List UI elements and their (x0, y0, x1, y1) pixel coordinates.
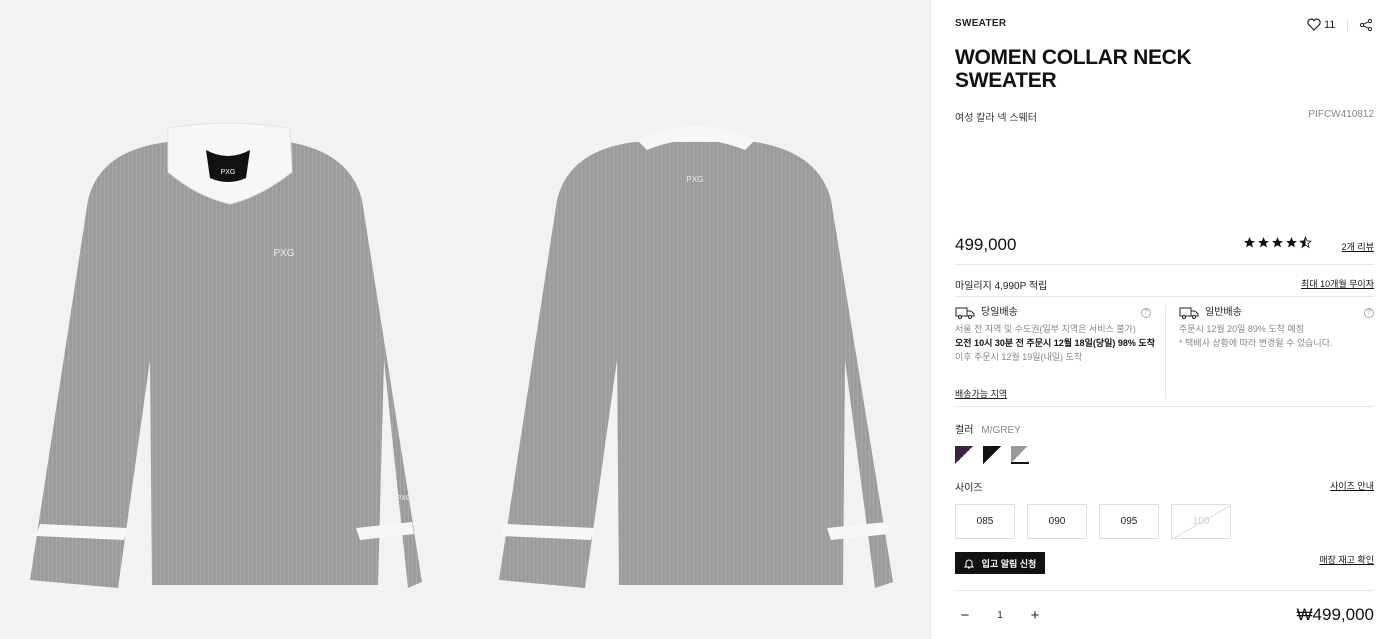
star-icon (1286, 237, 1297, 248)
same-day-line2: 오전 10시 30분 전 주문시 12월 18일(당일) 98% 도착 (955, 338, 1155, 348)
product-title: WOMEN COLLAR NECK SWEATER (955, 46, 1192, 92)
color-swatch-grey[interactable] (1011, 446, 1029, 464)
svg-text:PXG: PXG (221, 169, 236, 176)
star-icon (1244, 237, 1255, 248)
product-price: 499,000 (955, 235, 1017, 254)
color-swatch-purple[interactable] (955, 446, 973, 464)
same-day-title: 당일배송 (981, 307, 1018, 318)
mileage-text: 마일리지 4,990P 적립 (955, 281, 1048, 292)
standard-line1: 주문시 12월 20일 89% 도착 예정 (1179, 324, 1305, 334)
same-day-line1: 서울 전 지역 및 수도권(일부 지역은 서비스 불가) (955, 324, 1136, 334)
delivery-truck-icon (1179, 307, 1199, 319)
help-icon[interactable]: ? (1364, 308, 1374, 318)
wishlist-count: 11 (1324, 18, 1336, 31)
review-link[interactable]: 2개 리뷰 (1342, 240, 1374, 253)
star-icon (1272, 237, 1283, 248)
quantity-stepper: − 1 + (955, 602, 1045, 628)
size-option-090[interactable]: 090 (1027, 504, 1087, 539)
divider (955, 264, 1374, 265)
same-day-shipping: 당일배송 서울 전 지역 및 수도권(일부 지역은 서비스 불가) 오전 10시… (955, 306, 1155, 364)
size-option-085[interactable]: 085 (955, 504, 1015, 539)
rating-stars (1243, 236, 1312, 249)
share-icon[interactable] (1359, 18, 1373, 32)
svg-text:PXG: PXG (397, 495, 412, 502)
standard-title: 일반배송 (1205, 307, 1242, 318)
plus-icon[interactable]: + (1025, 605, 1045, 625)
color-swatch-black[interactable] (983, 446, 1001, 464)
quantity-value[interactable]: 1 (997, 610, 1003, 621)
divider (1347, 20, 1348, 32)
color-label: 컬러 M/GREY (955, 421, 1021, 436)
divider (955, 406, 1374, 407)
product-gallery: PXG PXG PXG PXG (0, 0, 930, 639)
product-category: SWEATER (955, 18, 1007, 29)
same-day-line3: 이후 주문시 12월 19일(내일) 도착 (955, 352, 1083, 362)
restock-button-label: 입고 알림 신청 (981, 558, 1037, 569)
product-image-front[interactable]: PXG PXG PXG (0, 0, 465, 639)
divider (955, 590, 1374, 591)
minus-icon[interactable]: − (955, 605, 975, 625)
wishlist-button[interactable]: 11 (1307, 18, 1335, 31)
star-half-icon (1299, 236, 1312, 249)
size-guide-link[interactable]: 사이즈 안내 (1330, 479, 1374, 492)
size-option-100-soldout[interactable]: 100 (1171, 504, 1231, 539)
delivery-truck-icon (955, 307, 975, 319)
svg-text:PXG: PXG (273, 248, 294, 259)
heart-icon (1307, 18, 1321, 31)
color-label-text: 컬러 (955, 425, 974, 436)
size-label: 사이즈 (955, 483, 983, 494)
product-subtitle: 여성 칼라 넥 스웨터 (955, 113, 1037, 124)
product-detail-panel: SWEATER 11 WOMEN COLLAR NECK SWEATER 여성 … (930, 0, 1390, 639)
installment-link[interactable]: 최대 10개월 무이자 (1301, 277, 1374, 290)
restock-alert-button[interactable]: 입고 알림 신청 (955, 552, 1045, 574)
bell-icon (963, 559, 974, 568)
selected-color: M/GREY (981, 425, 1021, 436)
divider (955, 296, 1374, 297)
total-price: ₩499,000 (1296, 605, 1375, 624)
product-code: PIFCW410812 (1308, 109, 1374, 120)
divider (1165, 305, 1166, 399)
product-image-back[interactable]: PXG (465, 0, 930, 639)
svg-text:PXG: PXG (687, 175, 704, 184)
standard-shipping: 일반배송 주문시 12월 20일 89% 도착 예정 * 택배사 상황에 따라 … (1179, 306, 1369, 350)
size-option-095[interactable]: 095 (1099, 504, 1159, 539)
help-icon[interactable]: ? (1141, 308, 1151, 318)
star-icon (1258, 237, 1269, 248)
standard-line2: * 택배사 상황에 따라 변경될 수 있습니다. (1179, 338, 1333, 348)
delivery-area-link[interactable]: 배송가능 지역 (955, 387, 1007, 400)
store-stock-link[interactable]: 매장 재고 확인 (1319, 553, 1374, 566)
